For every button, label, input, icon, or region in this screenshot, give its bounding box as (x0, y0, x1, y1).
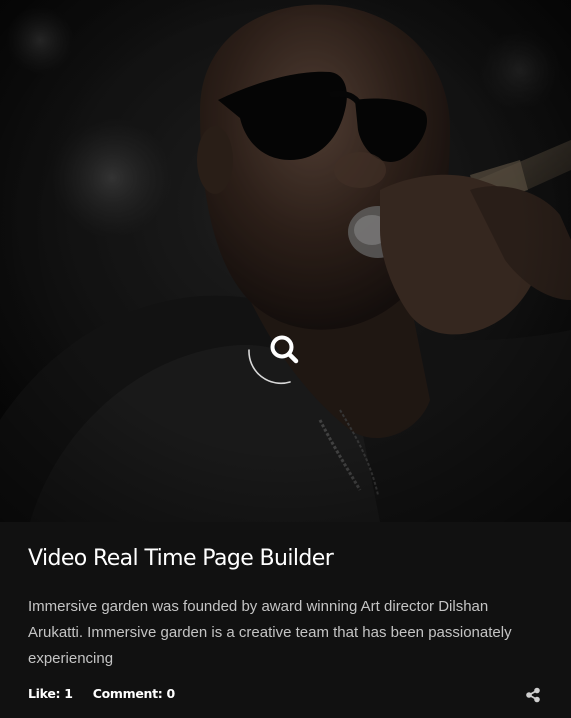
like-count[interactable]: Like: 1 (28, 686, 73, 701)
post-card: Video Real Time Page Builder Immersive g… (0, 0, 571, 718)
comment-count[interactable]: Comment: 0 (93, 686, 176, 701)
search-icon (248, 335, 299, 385)
post-meta: Like: 1 Comment: 0 (28, 686, 175, 701)
post-content: Video Real Time Page Builder Immersive g… (0, 522, 571, 718)
zoom-button[interactable] (246, 320, 306, 386)
share-icon (526, 687, 540, 703)
post-title[interactable]: Video Real Time Page Builder (28, 546, 334, 571)
post-excerpt: Immersive garden was founded by award wi… (28, 598, 512, 667)
trombone-player-photo (0, 0, 571, 522)
share-button[interactable] (525, 687, 541, 703)
post-featured-image[interactable] (0, 0, 571, 522)
